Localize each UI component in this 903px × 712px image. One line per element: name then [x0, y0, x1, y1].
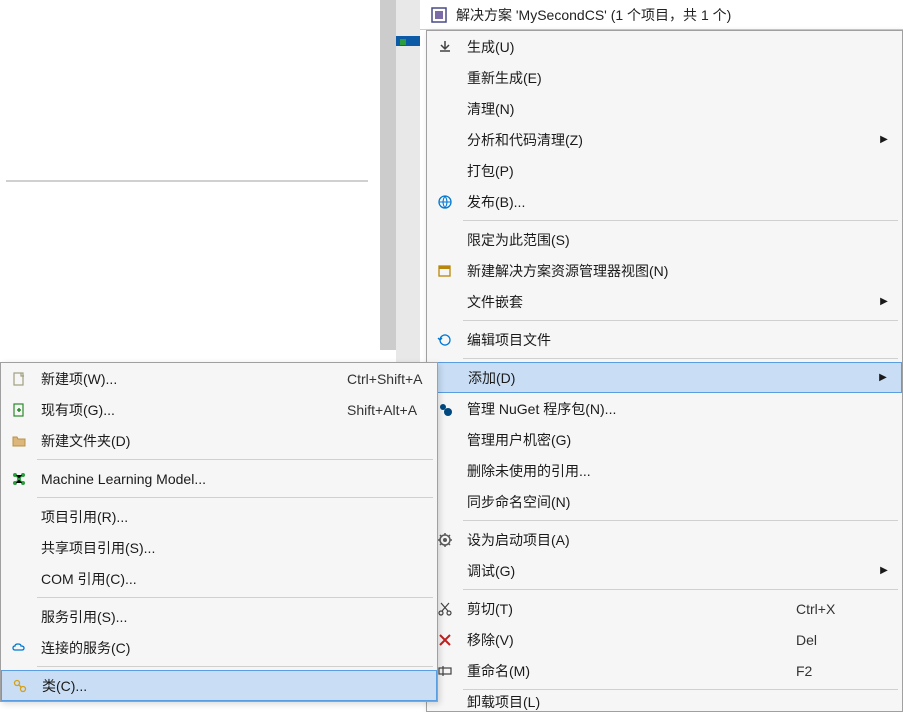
- shortcut: Del: [796, 632, 876, 648]
- menu-label: 共享项目引用(S)...: [37, 538, 347, 558]
- menu-shared-ref[interactable]: 共享项目引用(S)...: [1, 532, 437, 563]
- menu-startup[interactable]: 设为启动项目(A): [427, 524, 902, 555]
- menu-scope[interactable]: 限定为此范围(S): [427, 224, 902, 255]
- menu-separator: [37, 597, 433, 598]
- edit-icon: [427, 324, 463, 355]
- menu-label: 删除未使用的引用...: [463, 461, 876, 481]
- menu-new-folder[interactable]: 新建文件夹(D): [1, 425, 437, 456]
- menu-separator: [463, 520, 898, 521]
- menu-com-ref[interactable]: COM 引用(C)...: [1, 563, 437, 594]
- menu-label: 分析和代码清理(Z): [463, 130, 876, 150]
- menu-label: 清理(N): [463, 99, 876, 119]
- menu-label: 新建项(W)...: [37, 369, 347, 389]
- menu-separator: [37, 666, 433, 667]
- solution-title: 解决方案 'MySecondCS' (1 个项目，共 1 个): [456, 5, 731, 25]
- shortcut: Ctrl+Shift+A: [347, 371, 427, 387]
- menu-debug[interactable]: 调试(G) ▶: [427, 555, 902, 586]
- menu-build[interactable]: 生成(U): [427, 31, 902, 62]
- menu-label: Machine Learning Model...: [37, 471, 347, 487]
- menu-label: 重命名(M): [463, 661, 796, 681]
- menu-pack[interactable]: 打包(P): [427, 155, 902, 186]
- menu-nuget[interactable]: 管理 NuGet 程序包(N)...: [427, 393, 902, 424]
- menu-label: 打包(P): [463, 161, 876, 181]
- solution-header: 解决方案 'MySecondCS' (1 个项目，共 1 个): [420, 0, 903, 30]
- menu-label: 移除(V): [463, 630, 796, 650]
- menu-separator: [463, 689, 898, 690]
- menu-label: 新建文件夹(D): [37, 431, 347, 451]
- menu-label: 发布(B)...: [463, 192, 876, 212]
- menu-rename[interactable]: 重命名(M) F2: [427, 655, 902, 686]
- menu-label: 项目引用(R)...: [37, 507, 347, 527]
- menu-label: 重新生成(E): [463, 68, 876, 88]
- menu-clean[interactable]: 清理(N): [427, 93, 902, 124]
- menu-remove-unused[interactable]: 删除未使用的引用...: [427, 455, 902, 486]
- menu-label: 调试(G): [463, 561, 876, 581]
- shortcut: F2: [796, 663, 876, 679]
- menu-separator: [37, 497, 433, 498]
- add-submenu: 新建项(W)... Ctrl+Shift+A 现有项(G)... Shift+A…: [0, 362, 438, 702]
- menu-publish[interactable]: 发布(B)...: [427, 186, 902, 217]
- cloud-icon: [1, 632, 37, 663]
- shortcut: Shift+Alt+A: [347, 402, 427, 418]
- menu-separator: [463, 220, 898, 221]
- menu-edit-project[interactable]: 编辑项目文件: [427, 324, 902, 355]
- menu-label: 剪切(T): [463, 599, 796, 619]
- menu-label: 生成(U): [463, 37, 876, 57]
- menu-label: 管理用户机密(G): [463, 430, 876, 450]
- menu-separator: [463, 358, 898, 359]
- menu-file-nesting[interactable]: 文件嵌套 ▶: [427, 286, 902, 317]
- menu-sync-ns[interactable]: 同步命名空间(N): [427, 486, 902, 517]
- menu-label: 新建解决方案资源管理器视图(N): [463, 261, 876, 281]
- menu-new-view[interactable]: 新建解决方案资源管理器视图(N): [427, 255, 902, 286]
- menu-secrets[interactable]: 管理用户机密(G): [427, 424, 902, 455]
- menu-label: 连接的服务(C): [37, 638, 347, 658]
- menu-label: 管理 NuGet 程序包(N)...: [463, 399, 876, 419]
- menu-add[interactable]: 添加(D) ▶: [427, 362, 902, 393]
- submenu-arrow-icon: ▶: [876, 134, 892, 145]
- menu-label: 类(C)...: [38, 676, 346, 696]
- publish-icon: [427, 186, 463, 217]
- menu-label: 文件嵌套: [463, 292, 876, 312]
- menu-label: 添加(D): [464, 368, 875, 388]
- menu-label: 同步命名空间(N): [463, 492, 876, 512]
- build-icon: [427, 31, 463, 62]
- new-view-icon: [427, 255, 463, 286]
- menu-proj-ref[interactable]: 项目引用(R)...: [1, 501, 437, 532]
- submenu-arrow-icon: ▶: [876, 296, 892, 307]
- folder-icon: [1, 425, 37, 456]
- shortcut: Ctrl+X: [796, 601, 876, 617]
- new-item-icon: [1, 363, 37, 394]
- menu-label: 编辑项目文件: [463, 330, 876, 350]
- menu-label: 现有项(G)...: [37, 400, 347, 420]
- menu-separator: [463, 320, 898, 321]
- menu-separator: [463, 589, 898, 590]
- menu-label: 卸载项目(L): [463, 693, 876, 711]
- menu-label: 服务引用(S)...: [37, 607, 347, 627]
- existing-item-icon: [1, 394, 37, 425]
- class-icon: [2, 671, 38, 700]
- menu-svc-ref[interactable]: 服务引用(S)...: [1, 601, 437, 632]
- ml-icon: [1, 463, 37, 494]
- menu-ml-model[interactable]: Machine Learning Model...: [1, 463, 437, 494]
- menu-analyze[interactable]: 分析和代码清理(Z) ▶: [427, 124, 902, 155]
- solution-icon: [430, 6, 448, 24]
- menu-connected-svc[interactable]: 连接的服务(C): [1, 632, 437, 663]
- menu-new-item[interactable]: 新建项(W)... Ctrl+Shift+A: [1, 363, 437, 394]
- menu-class[interactable]: 类(C)...: [1, 670, 437, 701]
- menu-separator: [37, 459, 433, 460]
- menu-label: COM 引用(C)...: [37, 569, 347, 589]
- project-context-menu: 生成(U) 重新生成(E) 清理(N) 分析和代码清理(Z) ▶ 打包(P) 发…: [426, 30, 903, 712]
- submenu-arrow-icon: ▶: [876, 565, 892, 576]
- menu-cut[interactable]: 剪切(T) Ctrl+X: [427, 593, 902, 624]
- menu-label: 设为启动项目(A): [463, 530, 876, 550]
- menu-label: 限定为此范围(S): [463, 230, 876, 250]
- menu-remove[interactable]: 移除(V) Del: [427, 624, 902, 655]
- menu-unload[interactable]: 卸载项目(L): [427, 693, 902, 711]
- submenu-arrow-icon: ▶: [875, 372, 891, 383]
- menu-rebuild[interactable]: 重新生成(E): [427, 62, 902, 93]
- menu-existing-item[interactable]: 现有项(G)... Shift+Alt+A: [1, 394, 437, 425]
